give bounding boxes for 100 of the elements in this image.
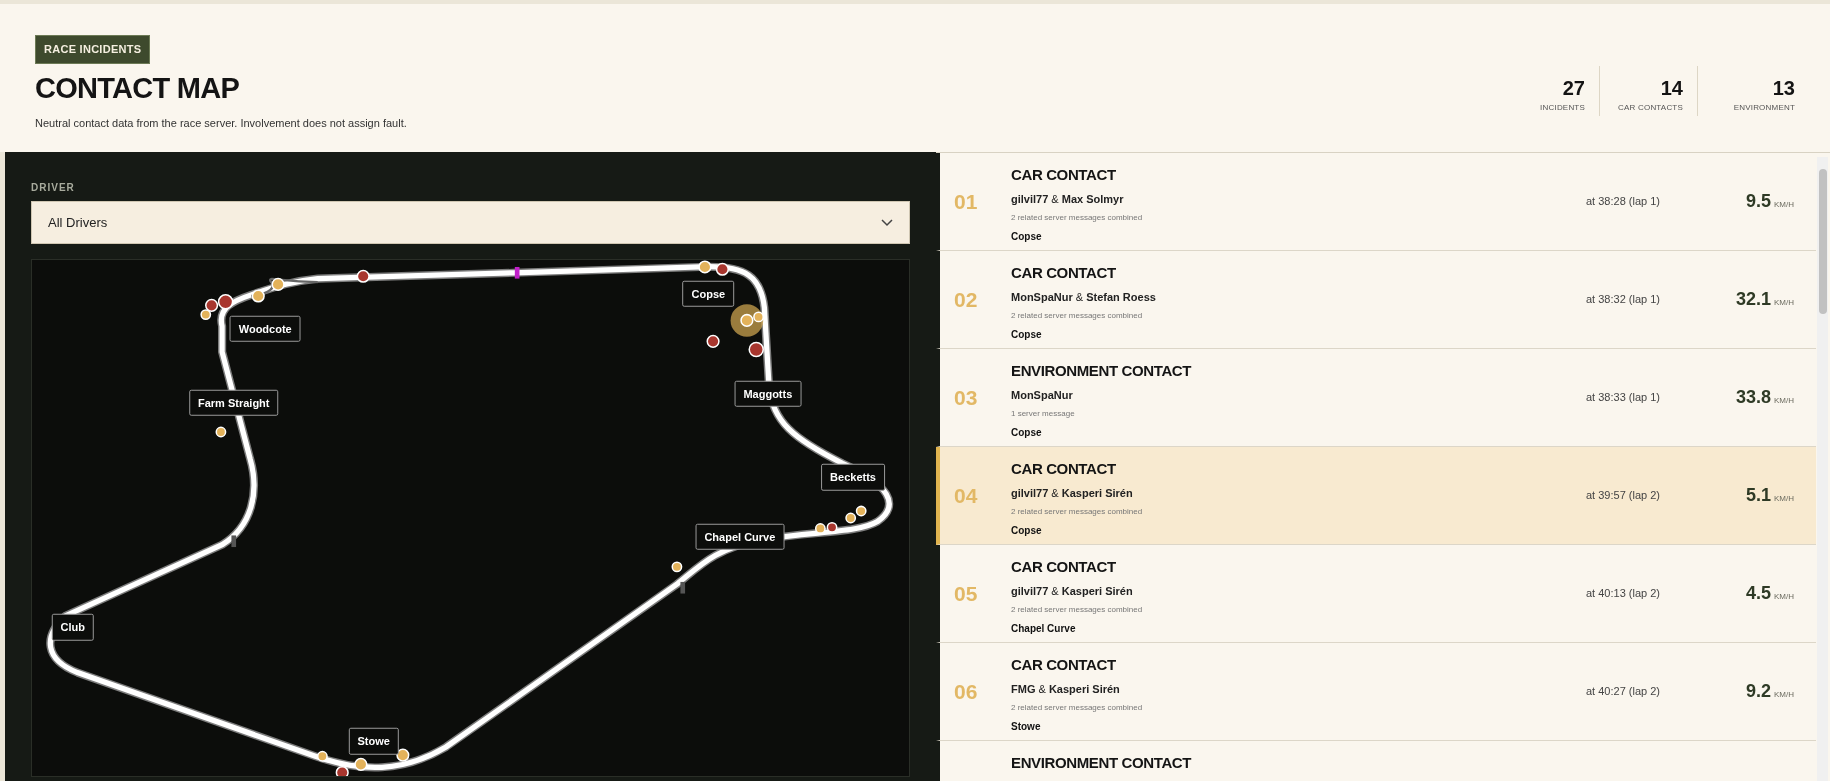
- incident-location: Copse: [1011, 426, 1043, 440]
- incident-type: CAR CONTACT: [1011, 263, 1117, 283]
- stat-value: 27: [1562, 78, 1585, 98]
- corner-label: Club: [51, 614, 95, 641]
- incident-drivers: gilvil77 & Kasperi Sirén: [1011, 583, 1134, 599]
- page-title: CONTACT MAP: [35, 73, 240, 103]
- corner-label: Becketts: [821, 464, 885, 491]
- incident-row[interactable]: 01 CAR CONTACT gilvil77 & Max Solmyr 2 related server messages combined Copse at 38:28 (lap 1) 9.5 KM/H: [936, 153, 1816, 251]
- corner-label: Maggotts: [734, 380, 802, 407]
- incident-drivers: gilvil77 & Max Solmyr: [1011, 191, 1125, 207]
- stat-label: ENVIRONMENT: [1733, 102, 1795, 114]
- incident-time: at 40:27 (lap 2): [1586, 684, 1661, 700]
- incident-marker[interactable]: [354, 757, 368, 771]
- incident-row[interactable]: 02 CAR CONTACT MonSpaNur & Stefan Roess 2 related server messages combined Copse at 38:32 (lap 1) 32.1 KM/H: [936, 251, 1816, 349]
- incident-row[interactable]: 04 CAR CONTACT gilvil77 & Kasperi Sirén 2 related server messages combined Copse at 39:57 (lap 2) 5.1 KM/H: [936, 447, 1816, 545]
- incident-marker[interactable]: [335, 765, 349, 776]
- incident-type: CAR CONTACT: [1011, 557, 1117, 577]
- corner-label: Woodcote: [229, 315, 301, 342]
- incident-drivers: MonSpaNur & Stefan Roess: [1011, 289, 1157, 305]
- message-note: 2 related server messages combined: [1011, 212, 1144, 224]
- chevron-down-icon: [881, 218, 893, 227]
- message-note: 2 related server messages combined: [1011, 702, 1144, 714]
- incident-location: Stowe: [1011, 720, 1042, 734]
- incident-marker[interactable]: [396, 748, 410, 762]
- impact-speed: 33.8: [1735, 386, 1771, 409]
- incident-marker[interactable]: [748, 341, 764, 358]
- incident-time: at 39:57 (lap 2): [1586, 488, 1661, 504]
- message-note: 2 related server messages combined: [1011, 310, 1144, 322]
- incident-location: Copse: [1011, 328, 1043, 342]
- incident-drivers: gilvil77 & Kasperi Sirén: [1011, 485, 1134, 501]
- incident-time: at 38:32 (lap 1): [1586, 292, 1661, 308]
- incident-time: at 40:13 (lap 2): [1586, 586, 1661, 602]
- stat-value: 13: [1772, 78, 1795, 98]
- speed-unit: KM/H: [1774, 591, 1794, 603]
- impact-speed: 32.1: [1735, 288, 1771, 311]
- incident-type: CAR CONTACT: [1011, 459, 1117, 479]
- stat-label: CAR CONTACTS: [1618, 102, 1683, 114]
- incident-number: 06: [953, 678, 979, 705]
- incident-location: Copse: [1011, 524, 1043, 538]
- incident-type: ENVIRONMENT CONTACT: [1011, 753, 1193, 773]
- impact-speed: 4.5: [1745, 582, 1771, 605]
- incident-row[interactable]: 03 ENVIRONMENT CONTACT MonSpaNur 1 server message Copse at 38:33 (lap 1) 33.8 KM/H: [936, 349, 1816, 447]
- incident-time: at 38:33 (lap 1): [1586, 390, 1661, 406]
- driver-select[interactable]: All Drivers: [31, 201, 910, 244]
- speed-unit: KM/H: [1774, 199, 1794, 211]
- incident-marker[interactable]: [845, 512, 857, 524]
- incident-number: 02: [953, 286, 979, 313]
- speed-unit: KM/H: [1774, 689, 1794, 701]
- impact-speed: 9.2: [1745, 680, 1771, 703]
- incident-marker[interactable]: [215, 426, 227, 438]
- scrollbar-thumb[interactable]: [1818, 169, 1827, 314]
- incident-marker[interactable]: [740, 313, 754, 327]
- incident-marker[interactable]: [217, 294, 234, 310]
- incident-type: ENVIRONMENT CONTACT: [1011, 361, 1193, 381]
- incident-marker[interactable]: [706, 334, 720, 348]
- corner-label: Farm Straight: [189, 389, 279, 417]
- incident-marker[interactable]: [671, 561, 683, 573]
- message-note: 2 related server messages combined: [1011, 506, 1144, 518]
- message-note: 1 server message: [1011, 408, 1076, 420]
- incident-marker[interactable]: [753, 311, 764, 323]
- incident-marker[interactable]: [715, 262, 729, 276]
- stat-label: INCIDENTS: [1540, 102, 1585, 114]
- incident-row[interactable]: 06 CAR CONTACT FMG & Kasperi Sirén 2 related server messages combined Stowe at 40:27 (lap 2) 9.2 KM/H: [936, 643, 1816, 741]
- speed-unit: KM/H: [1774, 493, 1794, 505]
- incident-type: CAR CONTACT: [1011, 165, 1117, 185]
- impact-speed: 5.1: [1745, 484, 1771, 507]
- sector-marker: [680, 581, 686, 594]
- incident-type: CAR CONTACT: [1011, 655, 1117, 675]
- stat-value: 14: [1660, 78, 1683, 98]
- speed-unit: KM/H: [1774, 395, 1794, 407]
- message-note: 2 related server messages combined: [1011, 604, 1144, 616]
- incident-marker[interactable]: [271, 277, 285, 291]
- incident-marker[interactable]: [814, 523, 826, 534]
- incident-number: 01: [953, 188, 979, 215]
- incident-marker[interactable]: [698, 260, 712, 274]
- section-badge: RACE INCIDENTS: [35, 35, 151, 64]
- incident-marker[interactable]: [855, 505, 867, 517]
- incident-number: 05: [953, 580, 979, 607]
- corner-label: Stowe: [348, 727, 399, 755]
- incident-location: Copse: [1011, 230, 1043, 244]
- incident-drivers: FMG & Kasperi Sirén: [1011, 681, 1121, 697]
- filter-label: DRIVER: [31, 181, 76, 195]
- incident-marker[interactable]: [826, 521, 838, 533]
- incident-number: 04: [953, 482, 979, 509]
- incident-marker[interactable]: [205, 298, 219, 312]
- speed-unit: KM/H: [1774, 297, 1794, 309]
- incident-row[interactable]: 05 CAR CONTACT gilvil77 & Kasperi Sirén 2 related server messages combined Chapel Curve at 40:13 (lap 2) 4.5 KM/H: [936, 545, 1816, 643]
- incident-marker[interactable]: [200, 309, 212, 321]
- sector-marker: [231, 535, 237, 548]
- incident-marker[interactable]: [356, 269, 370, 283]
- select-value: All Drivers: [48, 213, 108, 232]
- incident-time: at 38:28 (lap 1): [1586, 194, 1661, 210]
- incident-marker[interactable]: [251, 289, 265, 303]
- page-subtitle: Neutral contact data from the race server. Involvement does not assign fault.: [35, 115, 407, 131]
- corner-label: Copse: [682, 280, 735, 307]
- incident-location: Chapel Curve: [1011, 622, 1077, 636]
- incident-drivers: MonSpaNur: [1011, 387, 1074, 403]
- corner-label: Chapel Curve: [695, 523, 785, 550]
- incident-marker[interactable]: [316, 750, 328, 762]
- incident-number: 03: [953, 384, 979, 411]
